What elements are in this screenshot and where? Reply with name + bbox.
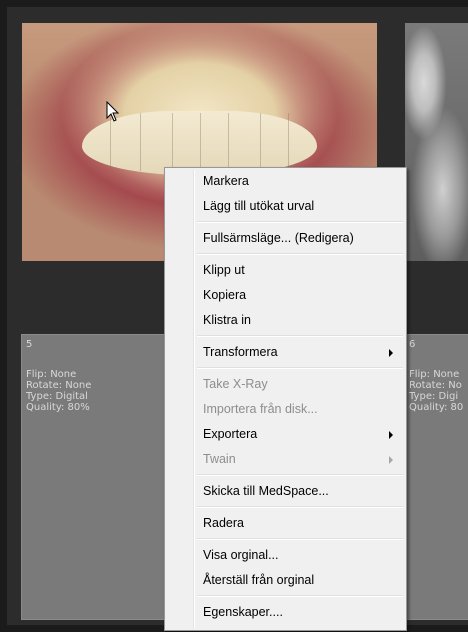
menu-item-egenskaper[interactable]: Egenskaper.... (168, 601, 403, 623)
submenu-arrow-icon (389, 456, 393, 464)
menu-separator (197, 335, 403, 337)
thumbnail-image-xray[interactable] (405, 23, 468, 261)
menu-item-exportera[interactable]: Exportera (168, 423, 403, 445)
menu-item-label: Lägg till utökat urval (203, 199, 315, 213)
menu-item-take-x-ray[interactable]: Take X-Ray (168, 373, 403, 395)
menu-item-label: Skicka till MedSpace... (203, 484, 329, 498)
rotate-label: Rotate: No (409, 380, 462, 391)
type-label: Type: Digital (26, 391, 88, 402)
menu-item-label: Återställ från orginal (203, 573, 315, 587)
menu-separator (197, 474, 403, 476)
quality-label: Quality: 80% (26, 402, 90, 413)
menu-item-visa-orginal[interactable]: Visa orginal... (168, 544, 403, 566)
menu-separator (197, 367, 403, 369)
menu-item-label: Kopiera (203, 288, 247, 302)
thumbnail-number: 6 (409, 339, 416, 350)
menu-item-klipp-ut[interactable]: Klipp ut (168, 259, 403, 281)
menu-separator (197, 595, 403, 597)
thumbnail-card-6[interactable]: 6 Flip: None Rotate: No Type: Digi Quali… (404, 334, 468, 620)
menu-item-label: Markera (203, 174, 249, 188)
submenu-arrow-icon (389, 431, 393, 439)
thumbnail-metadata: Flip: None Rotate: No Type: Digi Quality… (409, 369, 463, 413)
type-label: Type: Digi (409, 391, 459, 402)
thumbnail-metadata: Flip: None Rotate: None Type: Digital Qu… (26, 369, 91, 413)
menu-item-label: Take X-Ray (203, 377, 268, 391)
mouse-cursor-icon (106, 101, 120, 122)
menu-item-kopiera[interactable]: Kopiera (168, 284, 403, 306)
menu-item-klistra-in[interactable]: Klistra in (168, 309, 403, 331)
menu-item-label: Exportera (203, 427, 258, 441)
menu-item-importera-fran-disk[interactable]: Importera från disk... (168, 398, 403, 420)
menu-item-lagg-till-utokat-urval[interactable]: Lägg till utökat urval (168, 195, 403, 217)
menu-item-label: Transformera (203, 345, 278, 359)
menu-item-label: Klipp ut (203, 263, 245, 277)
menu-separator (197, 221, 403, 223)
menu-item-skicka-till-medspace[interactable]: Skicka till MedSpace... (168, 480, 403, 502)
context-menu: Markera Lägg till utökat urval Fullsärms… (164, 167, 407, 631)
submenu-arrow-icon (389, 349, 393, 357)
menu-separator (197, 253, 403, 255)
quality-label: Quality: 80 (409, 402, 464, 413)
flip-label: Flip: None (409, 369, 460, 380)
menu-item-label: Klistra in (203, 313, 251, 327)
menu-item-fullskarmslage[interactable]: Fullsärmsläge... (Redigera) (168, 227, 403, 249)
menu-item-label: Fullsärmsläge... (Redigera) (203, 231, 354, 245)
thumbnail-number: 5 (26, 339, 33, 350)
flip-label: Flip: None (26, 369, 77, 380)
menu-item-radera[interactable]: Radera (168, 512, 403, 534)
rotate-label: Rotate: None (26, 380, 92, 391)
menu-item-aterstall-fran-orginal[interactable]: Återställ från orginal (168, 569, 403, 591)
menu-item-label: Radera (203, 516, 244, 530)
menu-item-label: Importera från disk... (203, 402, 318, 416)
menu-item-markera[interactable]: Markera (168, 170, 403, 192)
menu-item-label: Visa orginal... (203, 548, 279, 562)
menu-item-transformera[interactable]: Transformera (168, 341, 403, 363)
menu-separator (197, 538, 403, 540)
menu-item-twain[interactable]: Twain (168, 448, 403, 470)
menu-item-label: Egenskaper.... (203, 605, 283, 619)
menu-separator (197, 506, 403, 508)
menu-item-label: Twain (203, 452, 236, 466)
